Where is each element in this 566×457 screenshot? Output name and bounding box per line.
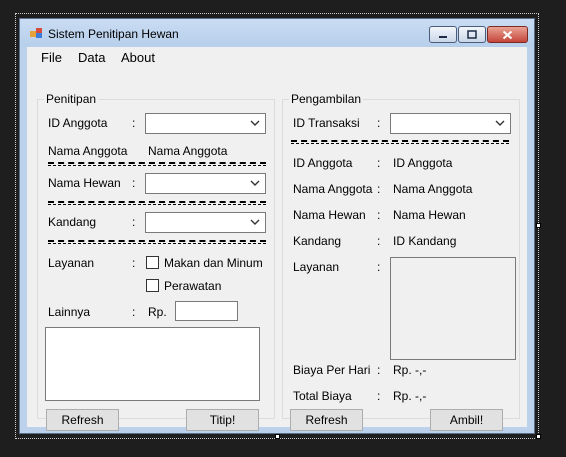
nama-anggota-label: Nama Anggota <box>48 144 128 158</box>
colon: : <box>132 176 136 190</box>
colon: : <box>377 208 381 222</box>
kandang-combo[interactable] <box>145 212 266 233</box>
menu-data[interactable]: Data <box>78 50 105 65</box>
colon: : <box>132 305 136 319</box>
id-transaksi-label: ID Transaksi <box>293 116 360 130</box>
chevron-down-icon <box>250 180 260 186</box>
chevron-down-icon <box>495 120 505 126</box>
resize-handle-right[interactable] <box>536 223 541 228</box>
lainnya-amount-input[interactable] <box>175 301 238 321</box>
perawatan-checkbox[interactable] <box>146 279 159 292</box>
separator <box>48 240 266 244</box>
p-id-anggota-label: ID Anggota <box>293 156 353 170</box>
separator <box>291 140 509 144</box>
p-kandang-label: Kandang <box>293 234 342 248</box>
colon: : <box>377 234 381 248</box>
p-layanan-label: Layanan <box>293 260 340 274</box>
chevron-down-icon <box>250 120 260 126</box>
maximize-icon <box>467 30 477 39</box>
makan-minum-label: Makan dan Minum <box>164 256 263 270</box>
colon: : <box>377 260 381 274</box>
resize-handle-corner[interactable] <box>536 434 541 439</box>
menu-file[interactable]: File <box>41 50 62 65</box>
penitipan-refresh-button[interactable]: Refresh <box>46 409 119 431</box>
nama-hewan-combo[interactable] <box>145 173 266 194</box>
id-anggota-combo[interactable] <box>145 113 266 134</box>
colon: : <box>377 389 381 403</box>
main-window: Sistem Penitipan Hewan File Data About P… <box>19 18 535 434</box>
colon: : <box>377 182 381 196</box>
colon: : <box>377 363 381 377</box>
lainnya-label: Lainnya <box>48 305 91 319</box>
resize-handle-bottom[interactable] <box>275 434 280 439</box>
p-nama-anggota-label: Nama Anggota <box>293 182 373 196</box>
close-button[interactable] <box>487 26 528 43</box>
title-bar: Sistem Penitipan Hewan <box>20 19 534 47</box>
id-anggota-label: ID Anggota <box>48 116 108 130</box>
separator <box>48 162 266 166</box>
nama-hewan-label: Nama Hewan <box>48 176 121 190</box>
p-nama-hewan-label: Nama Hewan <box>293 208 366 222</box>
penitipan-group-title: Penitipan <box>44 92 99 106</box>
titip-button[interactable]: Titip! <box>186 409 259 431</box>
close-icon <box>502 30 513 39</box>
ambil-button[interactable]: Ambil! <box>430 409 503 431</box>
biaya-per-hari-label: Biaya Per Hari <box>293 363 371 377</box>
colon: : <box>377 116 381 130</box>
maximize-button[interactable] <box>458 26 486 43</box>
total-biaya-value: Rp. -,- <box>393 389 427 403</box>
minimize-button[interactable] <box>429 26 457 43</box>
p-nama-hewan-value: Nama Hewan <box>393 208 466 222</box>
layanan-label: Layanan <box>48 256 95 270</box>
app-icon <box>30 28 42 38</box>
pengambilan-refresh-button[interactable]: Refresh <box>290 409 363 431</box>
menu-about[interactable]: About <box>121 50 155 65</box>
minimize-icon <box>439 35 447 38</box>
colon: : <box>132 215 136 229</box>
menu-bar: File Data About <box>27 47 527 68</box>
colon: : <box>377 156 381 170</box>
p-kandang-value: ID Kandang <box>393 234 457 248</box>
makan-minum-checkbox[interactable] <box>146 256 159 269</box>
chevron-down-icon <box>250 219 260 225</box>
perawatan-label: Perawatan <box>164 279 222 293</box>
total-biaya-label: Total Biaya <box>293 389 352 403</box>
colon: : <box>132 256 136 270</box>
window-title: Sistem Penitipan Hewan <box>48 27 179 41</box>
id-transaksi-combo[interactable] <box>390 113 511 134</box>
lainnya-notes-textarea[interactable] <box>45 327 260 401</box>
biaya-per-hari-value: Rp. -,- <box>393 363 427 377</box>
rp-label: Rp. <box>148 305 167 319</box>
form-client-area: File Data About Penitipan ID Anggota : N… <box>27 47 527 431</box>
p-id-anggota-value: ID Anggota <box>393 156 453 170</box>
p-layanan-listbox[interactable] <box>390 257 516 360</box>
separator <box>48 201 266 205</box>
nama-anggota-value: Nama Anggota <box>148 144 228 158</box>
pengambilan-group: Pengambilan ID Transaksi : ID Anggota : … <box>282 92 520 431</box>
pengambilan-group-title: Pengambilan <box>289 92 364 106</box>
kandang-label: Kandang <box>48 215 97 229</box>
colon: : <box>132 116 136 130</box>
penitipan-group: Penitipan ID Anggota : Nama Anggota Nama… <box>37 92 275 431</box>
p-nama-anggota-value: Nama Anggota <box>393 182 473 196</box>
